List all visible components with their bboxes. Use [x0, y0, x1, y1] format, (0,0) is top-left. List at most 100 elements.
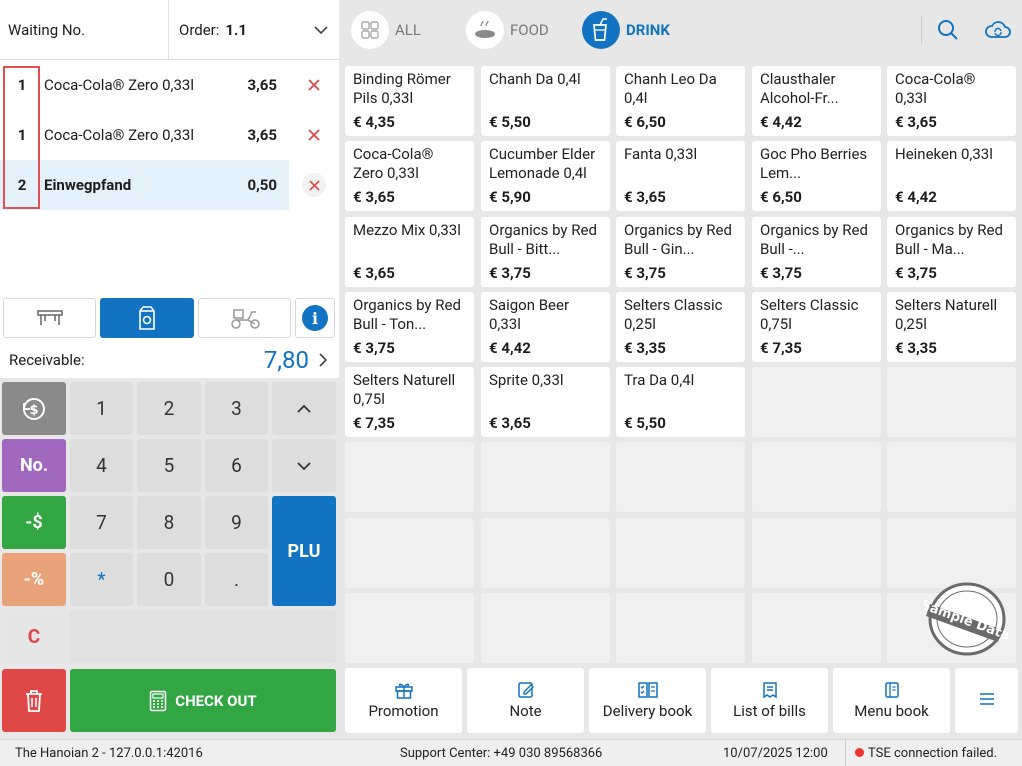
- product-tile[interactable]: Organics by Red Bull - Ma... € 3,75: [887, 217, 1016, 287]
- key-2[interactable]: 2: [137, 382, 201, 435]
- key-0[interactable]: 0: [137, 553, 201, 606]
- product-tile[interactable]: Mezzo Mix 0,33l € 3,65: [345, 217, 474, 287]
- product-name: Chanh Da 0,4l: [489, 70, 581, 88]
- waiting-number-field[interactable]: Waiting No.: [0, 0, 169, 60]
- product-name: Organics by Red Bull - Ma...: [895, 221, 1003, 258]
- star-label: *: [97, 568, 106, 591]
- clear-key[interactable]: C: [2, 610, 66, 663]
- order-item-qty[interactable]: 1: [0, 126, 44, 144]
- info-button[interactable]: i: [295, 298, 335, 338]
- order-header: Waiting No. Order: 1.1: [0, 0, 339, 60]
- delivery-book-button[interactable]: Delivery book: [589, 668, 706, 733]
- product-tile[interactable]: Selters Naturell 0,75l € 7,35: [345, 367, 474, 437]
- product-tile[interactable]: Clausthaler Alcohol-Fr... € 4,42: [752, 66, 881, 136]
- checkout-button[interactable]: CHECK OUT: [70, 669, 336, 732]
- product-price: € 4,42: [895, 188, 937, 206]
- multiply-key[interactable]: *: [70, 553, 133, 606]
- key-5[interactable]: 5: [137, 439, 201, 492]
- remove-item-button[interactable]: [289, 110, 339, 160]
- product-tile[interactable]: Organics by Red Bull - Gin... € 3,75: [616, 217, 745, 287]
- empty-product-slot: [752, 518, 881, 588]
- tse-status[interactable]: TSE connection failed.: [855, 746, 997, 761]
- arrow-up-button[interactable]: [272, 382, 336, 435]
- key-6[interactable]: 6: [205, 439, 268, 492]
- key-7[interactable]: 7: [70, 496, 133, 549]
- delete-order-button[interactable]: [2, 669, 66, 732]
- product-tile[interactable]: Organics by Red Bull -... € 3,75: [752, 217, 881, 287]
- category-tab-food[interactable]: FOOD: [466, 10, 549, 50]
- waiting-number-key[interactable]: No.: [2, 439, 66, 492]
- order-selector[interactable]: Order: 1.1: [169, 0, 339, 59]
- product-tile[interactable]: Selters Naturell 0,25l € 3,35: [887, 292, 1016, 362]
- order-item-selected[interactable]: 2 Einwegpfand 0,50: [0, 160, 339, 210]
- receivable-row[interactable]: Receivable: 7,80: [0, 342, 339, 378]
- order-panel: Waiting No. Order: 1.1 1 Coca-Cola® Zero…: [0, 0, 339, 739]
- product-price: € 3,65: [624, 188, 666, 206]
- order-item-price: 3,65: [247, 126, 277, 144]
- promotion-label: Promotion: [368, 702, 439, 720]
- product-tile[interactable]: Selters Classic 0,75l € 7,35: [752, 292, 881, 362]
- product-tile[interactable]: Sprite 0,33l € 3,65: [481, 367, 610, 437]
- info-icon: i: [302, 305, 328, 331]
- dine-in-mode-button[interactable]: [3, 298, 96, 338]
- discount-percent-key[interactable]: -%: [2, 553, 66, 606]
- search-icon[interactable]: [936, 18, 960, 42]
- order-item-qty[interactable]: 1: [0, 76, 44, 94]
- order-item-qty[interactable]: 2: [0, 176, 44, 194]
- product-tile[interactable]: Chanh Da 0,4l € 5,50: [481, 66, 610, 136]
- key-4[interactable]: 4: [70, 439, 133, 492]
- arrow-down-button[interactable]: [272, 439, 336, 492]
- menu-book-button[interactable]: Menu book: [833, 668, 950, 733]
- order-item[interactable]: 1 Coca-Cola® Zero 0,33l 3,65: [0, 60, 339, 110]
- category-tab-all[interactable]: ALL: [351, 10, 421, 50]
- product-tile[interactable]: Goc Pho Berries Lem... € 6,50: [752, 141, 881, 211]
- product-tile[interactable]: Fanta 0,33l € 3,65: [616, 141, 745, 211]
- product-tile[interactable]: Tra Da 0,4l € 5,50: [616, 367, 745, 437]
- product-tile[interactable]: Coca-Cola® Zero 0,33l € 3,65: [345, 141, 474, 211]
- chevron-up-icon: [297, 404, 311, 413]
- product-tile[interactable]: Organics by Red Bull - Ton... € 3,75: [345, 292, 474, 362]
- list-of-bills-button[interactable]: List of bills: [711, 668, 828, 733]
- remove-item-button[interactable]: [289, 160, 339, 210]
- receipt-icon: [762, 682, 777, 699]
- key-8[interactable]: 8: [137, 496, 201, 549]
- more-menu-button[interactable]: [955, 668, 1018, 733]
- close-icon: [308, 179, 320, 191]
- cloud-sync-icon[interactable]: [984, 18, 1012, 42]
- promotion-button[interactable]: Promotion: [345, 668, 462, 733]
- product-price: € 3,65: [489, 414, 531, 432]
- product-name: Saigon Beer 0,33l: [489, 296, 570, 333]
- exchange-currency-button[interactable]: $: [2, 382, 66, 435]
- key-9[interactable]: 9: [205, 496, 268, 549]
- product-name: Fanta 0,33l: [624, 145, 698, 163]
- plu-key[interactable]: PLU: [272, 496, 336, 606]
- product-tile[interactable]: Selters Classic 0,25l € 3,35: [616, 292, 745, 362]
- category-tab-drink[interactable]: DRINK: [582, 10, 670, 50]
- menu-book-label: Menu book: [854, 702, 929, 720]
- empty-product-slot: [481, 593, 610, 663]
- product-tile[interactable]: Heineken 0,33l € 4,42: [887, 141, 1016, 211]
- bottom-toolbar: Promotion Note Delivery book List of bil…: [339, 668, 1022, 739]
- remove-item-button[interactable]: [289, 60, 339, 110]
- takeaway-mode-button[interactable]: [100, 298, 194, 338]
- product-tile[interactable]: Binding Römer Pils 0,33l € 4,35: [345, 66, 474, 136]
- delivery-mode-button[interactable]: [198, 298, 291, 338]
- note-button[interactable]: Note: [467, 668, 584, 733]
- key-3[interactable]: 3: [205, 382, 268, 435]
- key-1[interactable]: 1: [70, 382, 133, 435]
- product-tile[interactable]: Saigon Beer 0,33l € 4,42: [481, 292, 610, 362]
- product-price: € 3,35: [624, 339, 666, 357]
- list-of-bills-label: List of bills: [733, 702, 806, 720]
- order-item[interactable]: 1 Coca-Cola® Zero 0,33l 3,65: [0, 110, 339, 160]
- product-tile[interactable]: Organics by Red Bull - Bitt... € 3,75: [481, 217, 610, 287]
- sample-data-stamp: Sample Data: [924, 582, 1008, 656]
- product-tile[interactable]: Coca-Cola® 0,33l € 3,65: [887, 66, 1016, 136]
- host-info: The Hanoian 2 - 127.0.0.1:42016: [15, 746, 203, 761]
- decimal-key[interactable]: .: [205, 553, 268, 606]
- product-name: Coca-Cola® 0,33l: [895, 70, 976, 107]
- empty-product-slot: [887, 367, 1016, 437]
- order-number: 1.1: [225, 20, 247, 39]
- product-tile[interactable]: Chanh Leo Da 0,4l € 6,50: [616, 66, 745, 136]
- discount-amount-key[interactable]: -$: [2, 496, 66, 549]
- product-tile[interactable]: Cucumber Elder Lemonade 0,4l € 5,90: [481, 141, 610, 211]
